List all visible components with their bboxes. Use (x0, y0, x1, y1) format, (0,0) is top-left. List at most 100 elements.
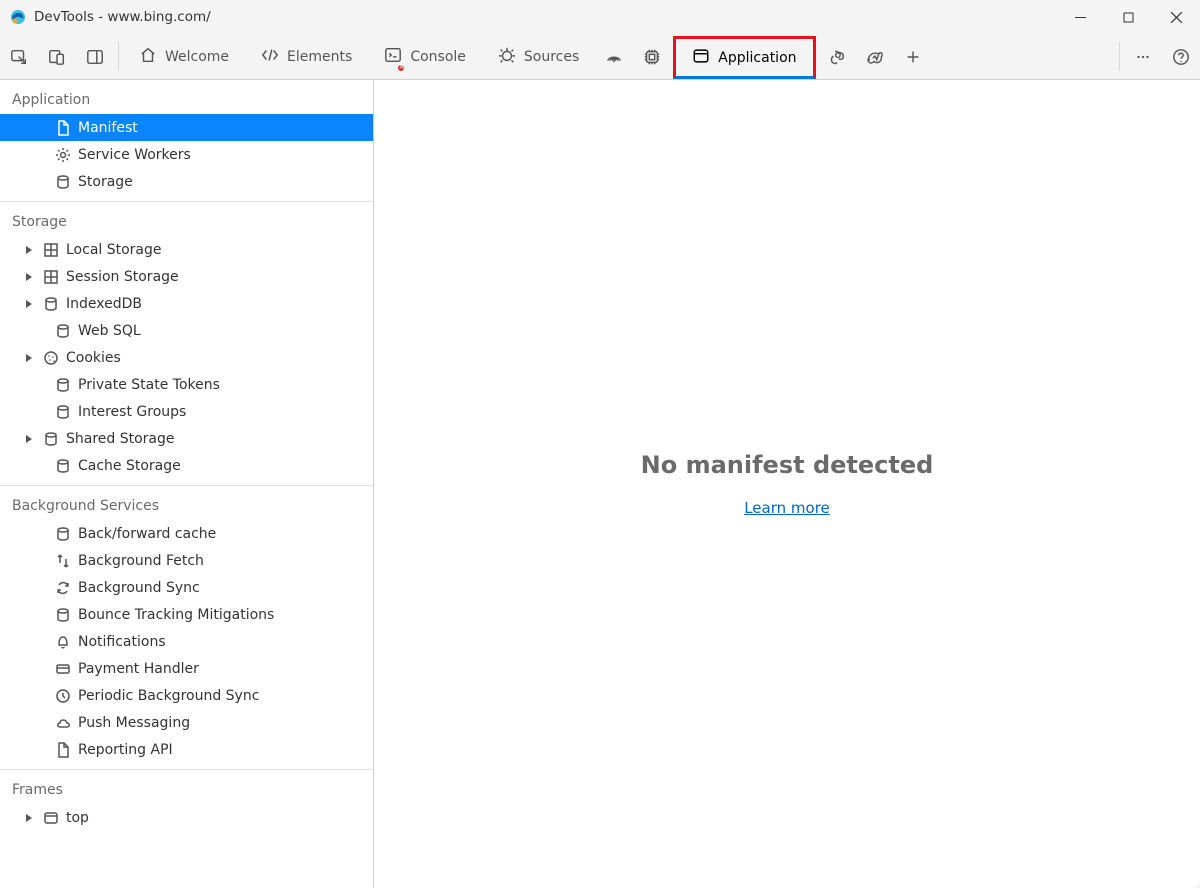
database-icon (40, 296, 62, 312)
sidebar-item-manifest[interactable]: Manifest (0, 114, 373, 141)
window-icon (40, 810, 62, 826)
sidebar-item-label: Push Messaging (78, 715, 373, 731)
sidebar-item-label: Cookies (66, 350, 373, 366)
devtools-toolbar: Welcome Elements Console Sources (0, 34, 1200, 80)
tab-label: Elements (287, 49, 352, 65)
sidebar-item-private-state-tokens[interactable]: Private State Tokens (0, 371, 373, 398)
window-title: DevTools - www.bing.com/ (34, 9, 211, 25)
toolbar-divider (118, 42, 119, 71)
dock-side-button[interactable] (76, 34, 114, 79)
sidebar-item-storage[interactable]: Storage (0, 168, 373, 195)
sidebar-item-label: Interest Groups (78, 404, 373, 420)
sidebar-item-label: top (66, 810, 373, 826)
help-button[interactable] (1162, 34, 1200, 79)
expand-triangle-icon[interactable] (22, 435, 36, 443)
sidebar-item-back-forward-cache[interactable]: Back/forward cache (0, 520, 373, 547)
document-icon (52, 742, 74, 758)
sidebar-item-label: Session Storage (66, 269, 373, 285)
main-panel: No manifest detected Learn more (374, 80, 1200, 888)
sidebar-item-payment-handler[interactable]: Payment Handler (0, 655, 373, 682)
window-close-button[interactable] (1152, 0, 1200, 34)
sidebar-item-top-frame[interactable]: top (0, 804, 373, 831)
sidebar-item-cache-storage[interactable]: Cache Storage (0, 452, 373, 479)
expand-triangle-icon[interactable] (22, 814, 36, 822)
database-icon (52, 458, 74, 474)
expand-triangle-icon[interactable] (22, 300, 36, 308)
sidebar-item-label: Manifest (78, 120, 373, 136)
sidebar-item-indexeddb[interactable]: IndexedDB (0, 290, 373, 317)
credit-card-icon (52, 661, 74, 677)
window-minimize-button[interactable] (1056, 0, 1104, 34)
tab-network-icon[interactable] (595, 34, 633, 79)
sidebar-item-label: Periodic Background Sync (78, 688, 373, 704)
sidebar-item-service-workers[interactable]: Service Workers (0, 141, 373, 168)
sidebar-section-application: Application Manifest Service Workers Sto… (0, 80, 373, 202)
tab-sources[interactable]: Sources (482, 34, 595, 79)
expand-triangle-icon[interactable] (22, 246, 36, 254)
sidebar-item-bounce-tracking[interactable]: Bounce Tracking Mitigations (0, 601, 373, 628)
device-toggle-button[interactable] (38, 34, 76, 79)
devtools-body: Application Manifest Service Workers Sto… (0, 80, 1200, 888)
sidebar-item-periodic-bg-sync[interactable]: Periodic Background Sync (0, 682, 373, 709)
tab-console[interactable]: Console (368, 34, 482, 79)
sidebar-section-background-services: Background Services Back/forward cache B… (0, 486, 373, 770)
toolbar-divider (1119, 42, 1120, 71)
database-icon (52, 174, 74, 190)
sidebar-item-label: Payment Handler (78, 661, 373, 677)
table-icon (40, 242, 62, 258)
database-icon (52, 404, 74, 420)
table-icon (40, 269, 62, 285)
sidebar-item-reporting-api[interactable]: Reporting API (0, 736, 373, 763)
tab-label: Welcome (165, 49, 229, 65)
window-titlebar: DevTools - www.bing.com/ (0, 0, 1200, 34)
tab-memory-icon[interactable] (633, 34, 671, 79)
sidebar-item-label: Storage (78, 174, 373, 190)
tab-label: Sources (524, 49, 579, 65)
sidebar-item-background-sync[interactable]: Background Sync (0, 574, 373, 601)
sidebar-item-session-storage[interactable]: Session Storage (0, 263, 373, 290)
tab-elements[interactable]: Elements (245, 34, 368, 79)
edge-favicon (10, 9, 26, 25)
more-tabs-button[interactable] (894, 34, 932, 79)
learn-more-link[interactable]: Learn more (744, 499, 830, 517)
database-icon (52, 377, 74, 393)
database-icon (52, 607, 74, 623)
sidebar-item-label: Web SQL (78, 323, 373, 339)
sidebar-item-cookies[interactable]: Cookies (0, 344, 373, 371)
sidebar-item-notifications[interactable]: Notifications (0, 628, 373, 655)
bug-icon (498, 46, 516, 68)
empty-state-title: No manifest detected (641, 451, 934, 479)
database-icon (52, 323, 74, 339)
sidebar-item-label: Background Sync (78, 580, 373, 596)
sidebar-item-push-messaging[interactable]: Push Messaging (0, 709, 373, 736)
sidebar-header-storage: Storage (0, 210, 373, 236)
sidebar-item-shared-storage[interactable]: Shared Storage (0, 425, 373, 452)
sync-icon (52, 580, 74, 596)
tab-security-icon[interactable] (818, 34, 856, 79)
application-panel-icon (692, 47, 710, 69)
sidebar-item-label: Bounce Tracking Mitigations (78, 607, 373, 623)
inspect-element-button[interactable] (0, 34, 38, 79)
expand-triangle-icon[interactable] (22, 273, 36, 281)
tab-performance-icon[interactable] (856, 34, 894, 79)
sidebar-item-local-storage[interactable]: Local Storage (0, 236, 373, 263)
sidebar-item-label: Shared Storage (66, 431, 373, 447)
tab-label: Application (718, 50, 796, 66)
sidebar-item-interest-groups[interactable]: Interest Groups (0, 398, 373, 425)
tab-application[interactable]: Application (673, 36, 815, 79)
sidebar-item-label: Notifications (78, 634, 373, 650)
tab-welcome[interactable]: Welcome (123, 34, 245, 79)
fetch-icon (52, 553, 74, 569)
console-error-badge (396, 63, 406, 73)
sidebar-item-background-fetch[interactable]: Background Fetch (0, 547, 373, 574)
sidebar-header-frames: Frames (0, 778, 373, 804)
sidebar-item-label: Reporting API (78, 742, 373, 758)
bell-icon (52, 634, 74, 650)
window-maximize-button[interactable] (1104, 0, 1152, 34)
expand-triangle-icon[interactable] (22, 354, 36, 362)
clock-icon (52, 688, 74, 704)
sidebar-item-web-sql[interactable]: Web SQL (0, 317, 373, 344)
sidebar-item-label: Cache Storage (78, 458, 373, 474)
database-icon (52, 526, 74, 542)
settings-menu-button[interactable] (1124, 34, 1162, 79)
